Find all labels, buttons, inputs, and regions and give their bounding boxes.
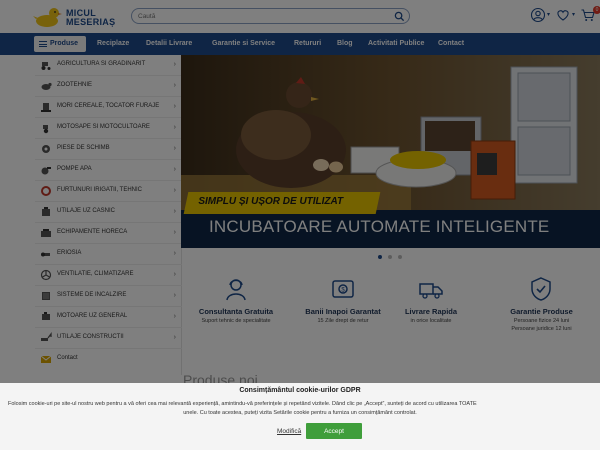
cookie-accept-button[interactable]: Accept <box>306 423 362 439</box>
cookie-settings-link[interactable]: Modifică <box>277 428 301 435</box>
cookie-title: Consimțământul cookie-urilor GDPR <box>239 387 361 394</box>
cookie-text-2: unele. Cu toate acestea, puteți vizita S… <box>183 410 417 416</box>
cookie-consent-bar: Consimțământul cookie-urilor GDPR Folosi… <box>0 383 600 450</box>
cookie-text: Folosim cookie-uri pe site-ul nostru web… <box>8 401 477 407</box>
